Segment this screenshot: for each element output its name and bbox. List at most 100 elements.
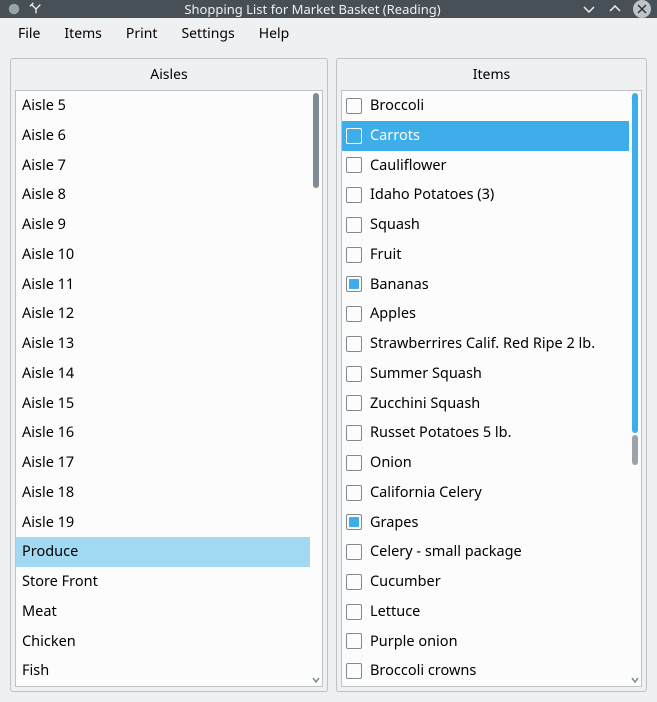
item-row[interactable]: Summer Squash (342, 359, 629, 389)
item-row[interactable]: Cauliflower (342, 151, 629, 181)
item-row[interactable]: Broccoli crowns (342, 656, 629, 686)
item-label: Purple onion (370, 631, 458, 653)
items-panel: Items BroccoliCarrotsCauliflowerIdaho Po… (336, 58, 647, 692)
item-row[interactable]: Apples (342, 299, 629, 329)
item-label: Squash (370, 214, 420, 236)
scrollbar-thumb[interactable] (632, 93, 638, 433)
item-label: Strawberrires Calif. Red Ripe 2 lb. (370, 333, 595, 355)
item-label: Fruit (370, 244, 401, 266)
chevron-down-icon[interactable] (631, 676, 639, 684)
aisle-row[interactable]: Produce (16, 537, 310, 567)
item-checkbox[interactable] (346, 217, 362, 233)
aisle-row[interactable]: Aisle 18 (16, 478, 310, 508)
item-checkbox[interactable] (346, 98, 362, 114)
aisle-row[interactable]: Aisle 14 (16, 359, 310, 389)
aisle-row[interactable]: Aisle 19 (16, 508, 310, 538)
menu-help[interactable]: Help (247, 18, 302, 49)
item-label: California Celery (370, 482, 482, 504)
item-checkbox[interactable] (346, 544, 362, 560)
item-row[interactable]: Celery - small package (342, 537, 629, 567)
item-label: Zucchini Squash (370, 393, 480, 415)
item-label: Onion (370, 452, 412, 474)
titlebar: Shopping List for Market Basket (Reading… (0, 0, 657, 18)
item-checkbox[interactable] (346, 485, 362, 501)
item-checkbox[interactable] (346, 247, 362, 263)
aisle-row[interactable]: Aisle 6 (16, 121, 310, 151)
item-label: Idaho Potatoes (3) (370, 184, 494, 206)
item-row[interactable]: Broccoli (342, 91, 629, 121)
item-checkbox[interactable] (346, 187, 362, 203)
items-listbox[interactable]: BroccoliCarrots Cauliflower Idaho Potatoes… (341, 90, 642, 687)
menu-items[interactable]: Items (52, 18, 114, 49)
item-label: Russet Potatoes 5 lb. (370, 422, 511, 444)
item-label: Summer Squash (370, 363, 482, 385)
scrollbar-thumb[interactable] (313, 93, 319, 188)
item-row[interactable]: Onion (342, 448, 629, 478)
menu-file[interactable]: File (6, 18, 52, 49)
aisle-row[interactable]: Aisle 16 (16, 418, 310, 448)
menubar: FileItemsPrintSettingsHelp (0, 18, 657, 50)
item-row[interactable]: Bananas (342, 270, 629, 300)
aisle-row[interactable]: Aisle 11 (16, 270, 310, 300)
item-row[interactable]: Carrots (342, 121, 629, 151)
aisle-row[interactable]: Fish (16, 656, 310, 686)
aisle-row[interactable]: Aisle 7 (16, 151, 310, 181)
items-scrollbar[interactable] (629, 91, 641, 686)
aisle-row[interactable]: Chicken (16, 627, 310, 657)
item-label: Cucumber (370, 571, 441, 593)
item-checkbox[interactable] (346, 336, 362, 352)
aisle-row[interactable]: Store Front (16, 567, 310, 597)
item-row[interactable]: Russet Potatoes 5 lb. (342, 418, 629, 448)
item-checkbox[interactable] (346, 574, 362, 590)
aisle-row[interactable]: Aisle 5 (16, 91, 310, 121)
item-checkbox[interactable] (346, 128, 362, 144)
close-button[interactable] (633, 0, 651, 18)
aisle-row[interactable]: Aisle 12 (16, 299, 310, 329)
item-row[interactable]: California Celery (342, 478, 629, 508)
item-checkbox[interactable] (346, 157, 362, 173)
item-checkbox[interactable] (346, 514, 362, 530)
aisle-row[interactable]: Aisle 8 (16, 180, 310, 210)
item-checkbox[interactable] (346, 633, 362, 649)
aisle-row[interactable]: Aisle 9 (16, 210, 310, 240)
item-label: Celery - small package (370, 541, 522, 563)
aisle-row[interactable]: Aisle 17 (16, 448, 310, 478)
item-label: Bananas (370, 274, 429, 296)
aisle-row[interactable]: Meat (16, 597, 310, 627)
aisle-row[interactable]: Aisle 13 (16, 329, 310, 359)
item-row[interactable]: Lettuce (342, 597, 629, 627)
item-label: Broccoli crowns (370, 660, 476, 682)
window-title: Shopping List for Market Basket (Reading… (50, 0, 575, 18)
item-checkbox[interactable] (346, 276, 362, 292)
chevron-down-icon[interactable] (312, 676, 320, 684)
aisle-row[interactable]: Aisle 10 (16, 240, 310, 270)
item-label: Cauliflower (370, 155, 447, 177)
item-row[interactable]: Purple onion (342, 627, 629, 657)
item-checkbox[interactable] (346, 366, 362, 382)
item-checkbox[interactable] (346, 604, 362, 620)
item-checkbox[interactable] (346, 425, 362, 441)
item-row[interactable]: Strawberrires Calif. Red Ripe 2 lb. (342, 329, 629, 359)
menu-print[interactable]: Print (114, 18, 170, 49)
scrollbar-track-remainder (632, 435, 638, 465)
item-checkbox[interactable] (346, 395, 362, 411)
aisles-listbox[interactable]: Aisle 5Aisle 6Aisle 7Aisle 8Aisle 9Aisle… (15, 90, 323, 687)
item-row[interactable]: Squash (342, 210, 629, 240)
item-row[interactable]: Fruit (342, 240, 629, 270)
item-row[interactable]: Idaho Potatoes (3) (342, 180, 629, 210)
aisles-scrollbar[interactable] (310, 91, 322, 686)
item-checkbox[interactable] (346, 663, 362, 679)
item-row[interactable]: Zucchini Squash (342, 389, 629, 419)
item-checkbox[interactable] (346, 455, 362, 471)
maximize-button[interactable] (607, 1, 623, 17)
item-label: Grapes (370, 512, 418, 534)
item-row[interactable]: Cucumber (342, 567, 629, 597)
item-row[interactable]: Grapes (342, 508, 629, 538)
aisles-panel-title: Aisles (11, 59, 327, 90)
item-checkbox[interactable] (346, 306, 362, 322)
menu-settings[interactable]: Settings (169, 18, 246, 49)
content: Aisles Aisle 5Aisle 6Aisle 7Aisle 8Aisle… (0, 50, 657, 702)
minimize-button[interactable] (581, 1, 597, 17)
aisle-row[interactable]: Aisle 15 (16, 389, 310, 419)
pin-icon[interactable] (28, 1, 44, 17)
